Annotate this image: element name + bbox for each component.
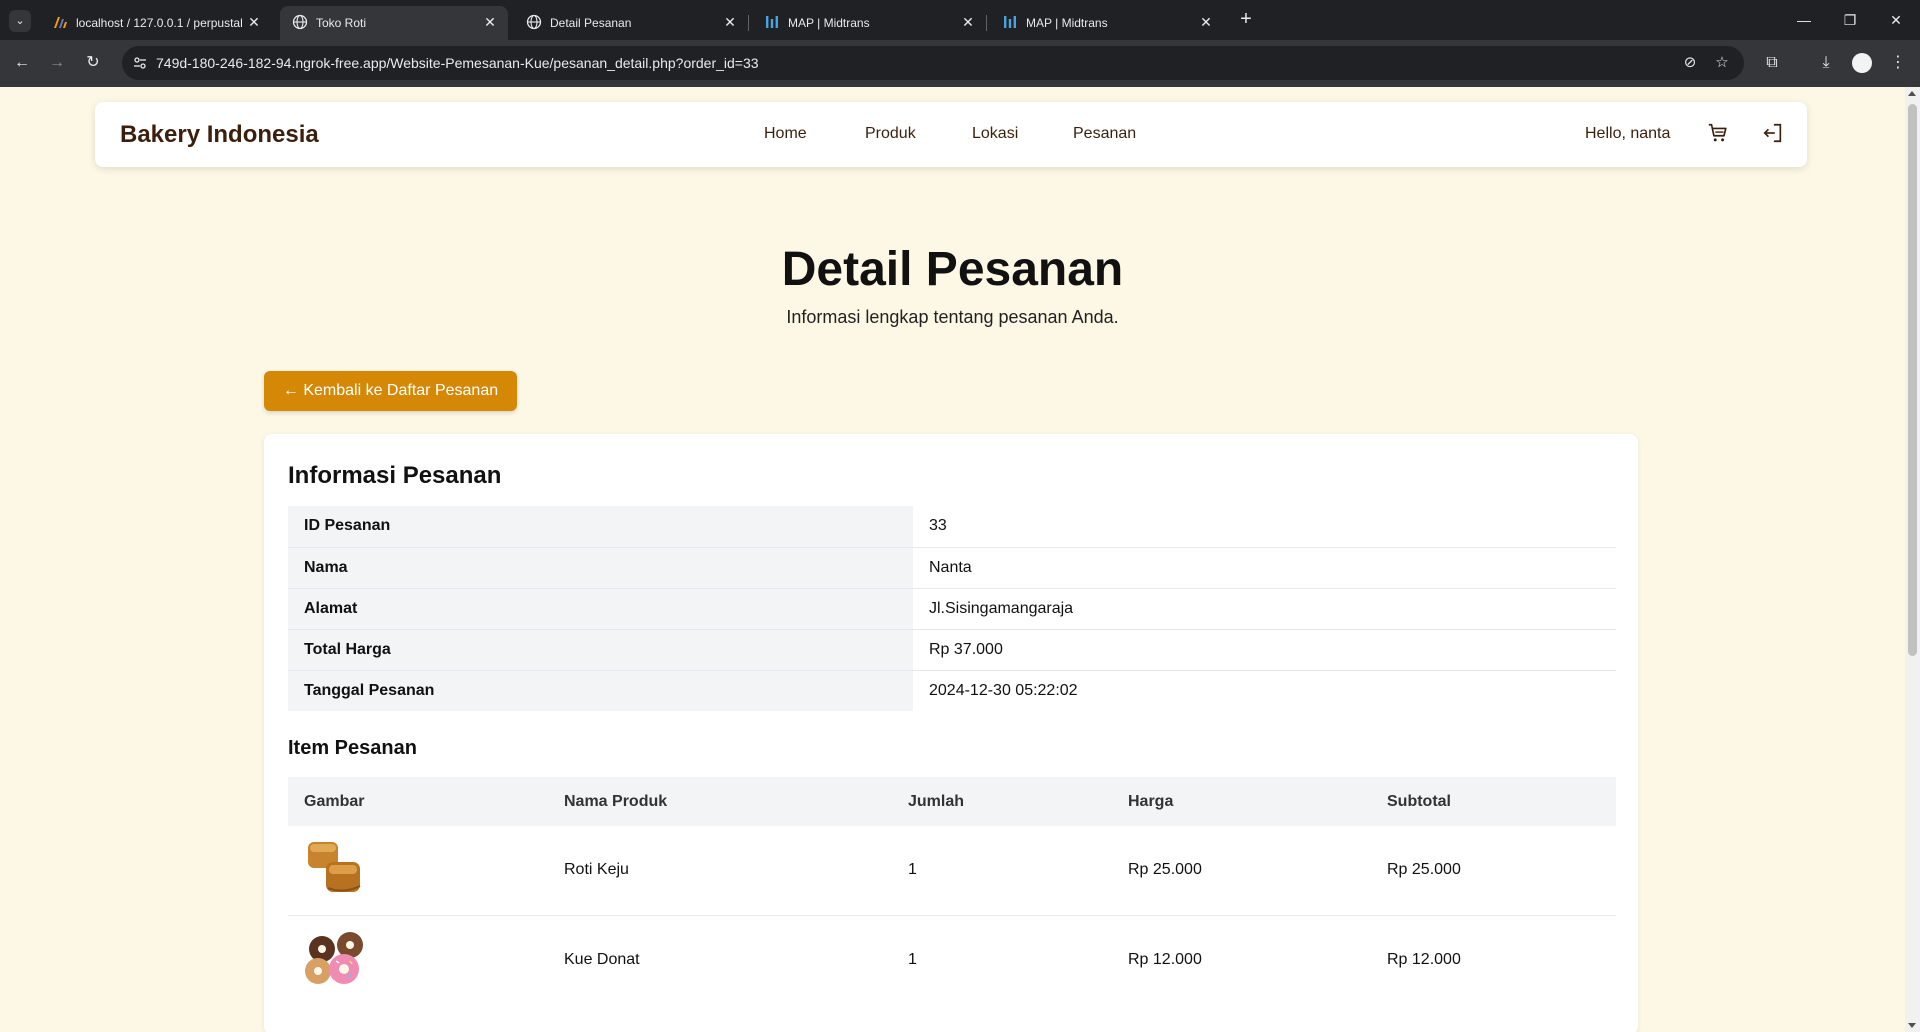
info-label: Total Harga [288,629,913,671]
column-header: Jumlah [892,777,1112,826]
tab-separator [748,15,749,31]
close-window-button[interactable]: ✕ [1884,8,1908,32]
minimize-button[interactable]: — [1792,8,1816,32]
site-info-icon[interactable] [132,55,148,71]
globe-icon [526,14,542,30]
restore-button[interactable]: ❐ [1838,8,1862,32]
star-icon[interactable]: ☆ [1713,54,1731,72]
product-qty: 1 [892,826,1112,916]
midtrans-icon [766,16,778,28]
column-header: Gambar [288,777,548,826]
info-row: Alamat Jl.Sisingamangaraja [288,588,1616,630]
order-info-heading: Informasi Pesanan [288,462,502,489]
product-name: Kue Donat [564,950,640,968]
logout-icon[interactable] [1762,122,1784,144]
info-label: Nama [288,547,913,589]
table-row: Kue Donat 1 Rp 12.000 Rp 12.000 [288,915,1616,1004]
browser-tab-active[interactable]: Toko Roti ✕ [280,6,508,40]
order-detail-card: Informasi Pesanan ID Pesanan 33 Nama Nan… [264,434,1638,1032]
brand-logo[interactable]: Bakery Indonesia [120,121,319,149]
info-row: Tanggal Pesanan 2024-12-30 05:22:02 [288,670,1616,711]
browser-tab[interactable]: localhost / 127.0.0.1 / perpustal ✕ [40,6,272,40]
close-icon[interactable]: ✕ [246,14,262,30]
close-icon[interactable]: ✕ [482,14,498,30]
info-value: 2024-12-30 05:22:02 [929,681,1078,699]
url-text[interactable]: 749d-180-246-182-94.ngrok-free.app/Websi… [156,55,759,71]
vertical-scrollbar[interactable] [1905,87,1920,1032]
browser-tab[interactable]: MAP | Midtrans ✕ [990,6,1224,40]
info-row: Total Harga Rp 37.000 [288,629,1616,671]
new-tab-button[interactable]: + [1234,8,1258,32]
globe-icon [292,14,308,30]
product-image-cell [288,826,548,916]
close-icon[interactable]: ✕ [722,14,738,30]
browser-tab[interactable]: MAP | Midtrans ✕ [752,6,987,40]
nav-pesanan[interactable]: Pesanan [1073,125,1136,143]
nav-home[interactable]: Home [764,125,807,143]
tab-title: MAP | Midtrans [788,16,870,30]
nav-lokasi[interactable]: Lokasi [972,125,1018,143]
reload-icon[interactable]: ↻ [81,51,105,75]
page-title: Detail Pesanan [781,243,1124,296]
roti-keju-image [308,841,361,892]
product-image-cell [288,915,548,1004]
download-icon[interactable]: ⤓ [1814,51,1838,75]
browser-tab[interactable]: Detail Pesanan ✕ [514,6,749,40]
table-row: Roti Keju 1 Rp 25.000 Rp 25.000 [288,826,1616,916]
back-arrow-icon[interactable]: ← [10,51,34,75]
scrollbar-thumb[interactable] [1908,104,1917,656]
page-subtitle: Informasi lengkap tentang pesanan Anda. [786,307,1119,327]
address-bar[interactable]: 749d-180-246-182-94.ngrok-free.app/Websi… [122,46,1744,80]
info-value: Nanta [913,547,1616,589]
kebab-menu-icon[interactable]: ⋮ [1886,51,1910,75]
order-info-table: ID Pesanan 33 Nama Nanta Alamat Jl.Sisin… [288,506,1616,711]
close-icon[interactable]: ✕ [960,14,976,30]
info-label: Tanggal Pesanan [288,670,913,711]
nav-produk[interactable]: Produk [865,125,916,143]
browser-tab-bar: ⌄ localhost / 127.0.0.1 / perpustal ✕ To… [0,0,1920,40]
midtrans-icon [1004,16,1016,28]
eye-slash-icon[interactable]: ⊘ [1681,54,1699,72]
tab-separator [986,15,987,31]
info-value: Jl.Sisingamangaraja [913,588,1616,630]
product-subtotal: Rp 12.000 [1387,950,1461,968]
tab-title: Detail Pesanan [550,16,632,30]
tab-search-button[interactable]: ⌄ [9,10,31,32]
info-label: Alamat [288,588,913,630]
items-table: Gambar Nama Produk Jumlah Harga Subtotal [288,777,1616,1004]
browser-toolbar: ← → ↻ 749d-180-246-182-94.ngrok-free.app… [0,40,1920,87]
user-greeting: Hello, nanta [1585,125,1671,142]
scroll-down-arrow-icon[interactable] [1908,1023,1916,1028]
column-header: Subtotal [1371,777,1616,826]
info-value: Rp 37.000 [913,629,1616,671]
phpmyadmin-icon [54,17,67,28]
forward-arrow-icon[interactable]: → [45,51,69,75]
items-header-row: Gambar Nama Produk Jumlah Harga Subtotal [288,777,1616,826]
column-header: Harga [1112,777,1371,826]
kue-donat-image [305,932,363,985]
column-header: Nama Produk [548,777,892,826]
back-to-orders-button[interactable]: ← Kembali ke Daftar Pesanan [264,371,517,411]
info-row: ID Pesanan 33 [288,506,1616,548]
site-navbar: Bakery Indonesia Home Produk Lokasi Pesa… [95,102,1807,167]
close-icon[interactable]: ✕ [1198,14,1214,30]
tab-title: MAP | Midtrans [1026,16,1108,30]
tab-title: Toko Roti [316,16,367,30]
extensions-icon[interactable]: ⧉ [1760,51,1784,75]
cart-icon[interactable] [1707,122,1729,144]
product-price: Rp 12.000 [1128,950,1202,968]
product-subtotal: Rp 25.000 [1371,826,1616,916]
info-row: Nama Nanta [288,547,1616,589]
product-qty: 1 [908,950,917,968]
items-heading: Item Pesanan [288,737,417,759]
profile-avatar[interactable] [1852,53,1872,73]
product-name: Roti Keju [548,826,892,916]
page-viewport: Bakery Indonesia Home Produk Lokasi Pesa… [0,87,1905,1032]
product-price: Rp 25.000 [1112,826,1371,916]
info-value: 33 [913,506,1616,548]
info-label: ID Pesanan [288,506,913,548]
scroll-up-arrow-icon[interactable] [1908,91,1916,96]
tab-title: localhost / 127.0.0.1 / perpustal [76,16,243,30]
